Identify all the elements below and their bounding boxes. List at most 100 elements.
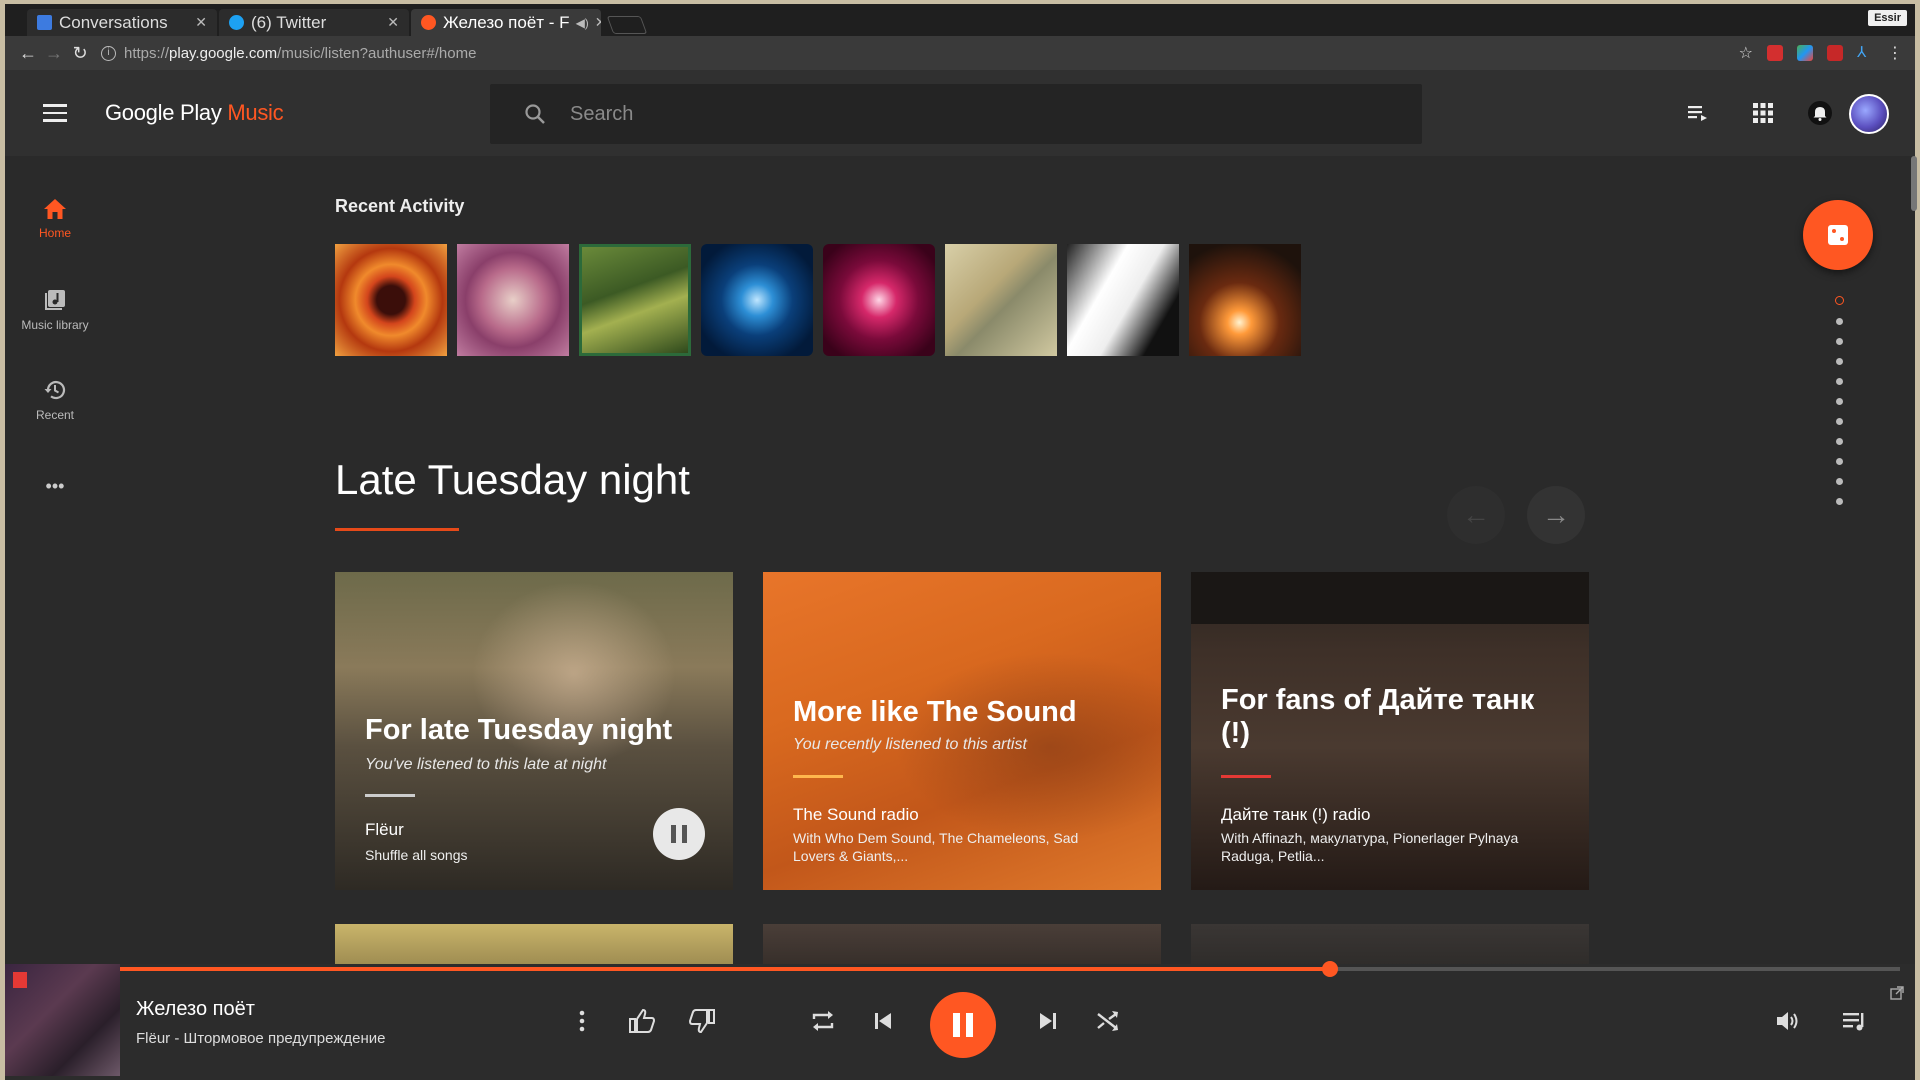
browser-window: Conversations ✕ (6) Twitter ✕ Железо поё… <box>0 0 1920 1080</box>
app-header: Google Play Music <box>5 70 1915 156</box>
next-track-icon[interactable] <box>1033 1006 1063 1036</box>
browser-toolbar: ← → ↻ i https://play.google.com/music/li… <box>5 36 1915 70</box>
nav-home[interactable]: Home <box>5 198 105 240</box>
recent-activity-title[interactable]: Recent Activity <box>335 196 464 217</box>
speaker-icon[interactable]: ◀) <box>576 16 589 30</box>
nav-recent[interactable]: Recent <box>5 378 105 422</box>
album-art[interactable] <box>335 244 447 356</box>
profile-chip[interactable]: Essir <box>1868 10 1907 26</box>
nav-home-label: Home <box>38 226 71 240</box>
queue-icon[interactable] <box>1685 100 1711 126</box>
recent-activity-row <box>335 244 1301 356</box>
section-dot[interactable] <box>1835 398 1843 405</box>
section-dot[interactable] <box>1835 378 1843 385</box>
card-name: The Sound radio <box>793 805 919 824</box>
album-art[interactable] <box>701 244 813 356</box>
section-dot[interactable] <box>1835 458 1843 465</box>
previous-track-icon[interactable] <box>868 1006 898 1036</box>
section-dot[interactable] <box>1835 358 1843 365</box>
ublock-icon[interactable] <box>1827 45 1843 61</box>
volume-icon[interactable] <box>1773 1006 1803 1036</box>
album-art[interactable] <box>823 244 935 356</box>
address-bar[interactable]: i https://play.google.com/music/listen?a… <box>101 45 476 62</box>
section-underline <box>335 528 459 531</box>
nav-music-library[interactable]: Music library <box>5 288 105 332</box>
shuffle-icon[interactable] <box>1093 1006 1123 1036</box>
forward-icon[interactable]: → <box>41 43 67 64</box>
recommendation-card[interactable] <box>763 924 1161 964</box>
tab-conversations[interactable]: Conversations ✕ <box>27 9 217 36</box>
shuffle-fab-button[interactable] <box>1803 200 1873 270</box>
adblock-icon[interactable] <box>1767 45 1783 61</box>
menu-dots-icon[interactable]: ⋮ <box>1887 43 1903 63</box>
pause-icon-bar <box>966 1013 973 1037</box>
thumbs-down-icon[interactable] <box>687 1006 717 1036</box>
section-dot[interactable] <box>1835 318 1843 325</box>
music-library-icon <box>45 290 65 310</box>
url-host: play.google.com <box>169 44 278 62</box>
scrollbar[interactable] <box>1911 156 1917 211</box>
recommendation-card[interactable]: More like The Sound You recently listene… <box>763 572 1161 890</box>
queue-icon[interactable] <box>1839 1006 1869 1036</box>
progress-knob[interactable] <box>1322 961 1339 977</box>
section-dot[interactable] <box>1835 478 1843 485</box>
open-in-new-icon[interactable] <box>1890 986 1904 1000</box>
section-dot[interactable] <box>1835 338 1843 345</box>
recommendation-card[interactable] <box>1191 924 1589 964</box>
album-art[interactable] <box>579 244 691 356</box>
avatar[interactable] <box>1849 94 1889 134</box>
pause-icon[interactable] <box>653 808 705 860</box>
search-box[interactable] <box>490 84 1422 144</box>
tab-title: Железо поёт - F <box>443 12 570 32</box>
recent-dot-icon[interactable] <box>1834 296 1844 305</box>
more-options-icon[interactable] <box>567 1006 597 1036</box>
search-input[interactable] <box>570 102 1370 126</box>
album-art[interactable] <box>1189 244 1301 356</box>
reload-icon[interactable]: ↻ <box>67 43 93 64</box>
player-bar: Железо поёт Flëur - Штормовое предупрежд… <box>5 961 1915 1080</box>
recommendation-card[interactable]: For fans of Дайте танк (!) Дайте танк (!… <box>1191 572 1589 890</box>
card-divider <box>1221 775 1271 778</box>
extension-icon[interactable]: ⅄ <box>1857 45 1873 61</box>
album-art[interactable] <box>1067 244 1179 356</box>
progress-bar[interactable] <box>120 961 1900 977</box>
recommendation-card[interactable] <box>335 924 733 964</box>
menu-icon[interactable] <box>43 104 67 122</box>
star-icon[interactable]: ☆ <box>1739 43 1753 63</box>
more-icon[interactable]: ••• <box>5 476 105 497</box>
logo-text: Google Play <box>105 100 222 125</box>
card-divider <box>365 794 415 797</box>
logo[interactable]: Google Play Music <box>105 100 284 126</box>
close-icon[interactable]: ✕ <box>381 14 399 31</box>
now-playing-subtitle[interactable]: Flëur - Штормовое предупреждение <box>136 1030 385 1047</box>
now-playing-title[interactable]: Железо поёт <box>136 998 255 1021</box>
recommendation-card[interactable]: For late Tuesday night You've listened t… <box>335 572 733 890</box>
carousel-prev-button[interactable]: ← <box>1447 486 1505 544</box>
section-dot[interactable] <box>1835 418 1843 425</box>
card-desc: With Affinazh, макулатура, Pionerlager P… <box>1221 830 1519 864</box>
album-art[interactable] <box>457 244 569 356</box>
section-dot[interactable] <box>1835 498 1843 505</box>
twitter-icon <box>229 15 244 30</box>
close-icon[interactable]: ✕ <box>189 14 207 31</box>
extension-icon[interactable] <box>1797 45 1813 61</box>
info-icon[interactable]: i <box>101 45 116 61</box>
tab-play-music[interactable]: Железо поёт - F ◀) ✕ <box>411 9 601 36</box>
carousel-next-button[interactable]: → <box>1527 486 1585 544</box>
repeat-icon[interactable] <box>808 1006 838 1036</box>
apps-grid-icon[interactable] <box>1750 100 1776 126</box>
album-art[interactable] <box>945 244 1057 356</box>
now-playing-art[interactable] <box>5 964 120 1076</box>
notification-bell-icon[interactable] <box>1807 100 1833 126</box>
section-dot[interactable] <box>1835 438 1843 445</box>
close-icon[interactable]: ✕ <box>589 14 601 31</box>
new-tab-button[interactable] <box>606 16 648 34</box>
url-scheme: https:// <box>124 44 170 62</box>
tab-strip: Conversations ✕ (6) Twitter ✕ Железо поё… <box>5 4 1915 36</box>
back-icon[interactable]: ← <box>15 43 41 64</box>
tab-twitter[interactable]: (6) Twitter ✕ <box>219 9 409 36</box>
play-pause-button[interactable] <box>930 992 996 1058</box>
card-desc: Shuffle all songs <box>365 847 468 863</box>
thumbs-up-icon[interactable] <box>627 1006 657 1036</box>
card-name: Дайте танк (!) radio <box>1221 805 1371 824</box>
